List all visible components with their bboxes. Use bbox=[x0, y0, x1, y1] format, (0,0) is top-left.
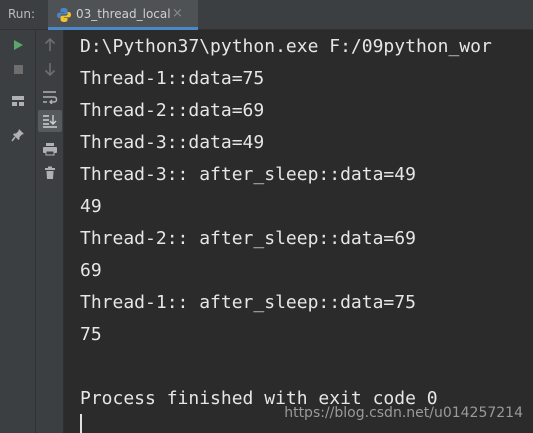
python-icon bbox=[56, 7, 72, 23]
console-line: 49 bbox=[80, 196, 102, 217]
console-line: Thread-3:: after_sleep::data=49 bbox=[80, 164, 416, 185]
console-line: Thread-2:: after_sleep::data=69 bbox=[80, 228, 416, 249]
soft-wrap-icon[interactable] bbox=[38, 86, 62, 108]
run-icon[interactable] bbox=[6, 34, 30, 56]
run-toolbar-primary bbox=[0, 30, 36, 433]
tab-03-thread-local[interactable]: 03_thread_local × bbox=[48, 0, 198, 30]
run-tool-window-header: Run: 03_thread_local × bbox=[0, 0, 533, 30]
run-label: Run: bbox=[8, 7, 36, 21]
console-line: Thread-1::data=75 bbox=[80, 68, 265, 89]
console-line: Thread-1:: after_sleep::data=75 bbox=[80, 292, 416, 313]
console-line: 69 bbox=[80, 260, 102, 281]
console-line: Thread-3::data=49 bbox=[80, 132, 265, 153]
tab-label: 03_thread_local bbox=[76, 7, 171, 21]
text-cursor bbox=[80, 414, 82, 433]
up-arrow-icon[interactable] bbox=[38, 34, 62, 56]
close-icon[interactable]: × bbox=[172, 6, 183, 21]
down-arrow-icon[interactable] bbox=[38, 58, 62, 80]
run-toolbar-secondary bbox=[36, 30, 64, 433]
layout-icon[interactable] bbox=[6, 90, 30, 112]
console-line: 75 bbox=[80, 324, 102, 345]
trash-icon[interactable] bbox=[38, 162, 62, 184]
scroll-to-end-icon[interactable] bbox=[38, 110, 62, 132]
console-line: D:\Python37\python.exe F:/09python_wor bbox=[80, 36, 492, 57]
console-line: Thread-2::data=69 bbox=[80, 100, 265, 121]
print-icon[interactable] bbox=[38, 138, 62, 160]
stop-icon[interactable] bbox=[6, 58, 30, 80]
pin-icon[interactable] bbox=[6, 124, 30, 146]
watermark: https://blog.csdn.net/u014257214 bbox=[284, 405, 523, 421]
console-output[interactable]: D:\Python37\python.exe F:/09python_wor T… bbox=[64, 30, 533, 433]
